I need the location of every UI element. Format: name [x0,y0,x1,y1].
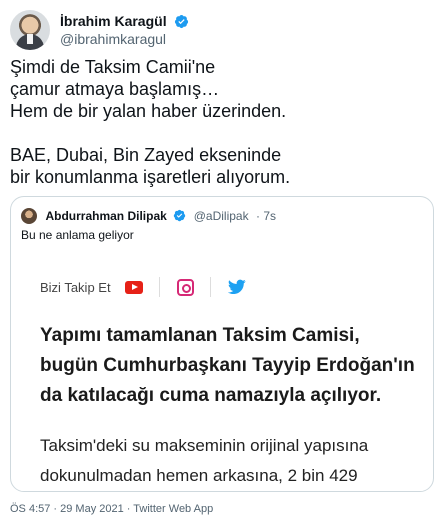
quoted-tweet-header: Abdurrahman Dilipak @aDilipak · 7s [21,207,277,224]
divider [159,277,161,297]
quoted-author-name: Abdurrahman Dilipak [45,208,167,223]
tweet-text: Şimdi de Taksim Camii'ne çamur atmaya ba… [10,57,291,187]
verified-badge-icon [174,14,189,28]
verified-badge-icon [174,210,186,222]
quoted-author-handle: @aDilipak [193,208,249,223]
follow-label: Bizi Takip Et [40,279,111,295]
quoted-author-avatar [21,207,37,224]
article-body: Taksim'deki su makseminin orijinal yapıs… [40,436,369,485]
quoted-tweet-card[interactable]: Abdurrahman Dilipak @aDilipak · 7s Bu ne… [10,196,434,492]
quoted-tweet-text: Bu ne anlama geliyor [21,228,134,242]
twitter-icon [227,279,246,295]
follow-bar: Bizi Takip Et [40,277,246,299]
author-handle[interactable]: @ibrahimkaragul [60,30,189,48]
quoted-tweet-time: · 7s [256,208,277,223]
quoted-tweet-image[interactable]: Bizi Takip Et Yapımı tamamlanan Taksim C… [20,251,424,491]
author-display-name[interactable]: İbrahim Karagül [60,12,167,30]
article-headline: Yapımı tamamlanan Taksim Camisi, bugün C… [40,325,415,406]
divider [210,277,212,297]
author-names: İbrahim Karagül @ibrahimkaragul [60,12,189,48]
tweet-header: İbrahim Karagül @ibrahimkaragul [10,10,434,50]
tweet-timestamp[interactable]: ÖS 4:57 · 29 May 2021 · Twitter Web App [10,503,213,515]
instagram-icon [176,278,194,296]
youtube-icon [125,280,144,294]
author-avatar[interactable] [10,10,50,50]
